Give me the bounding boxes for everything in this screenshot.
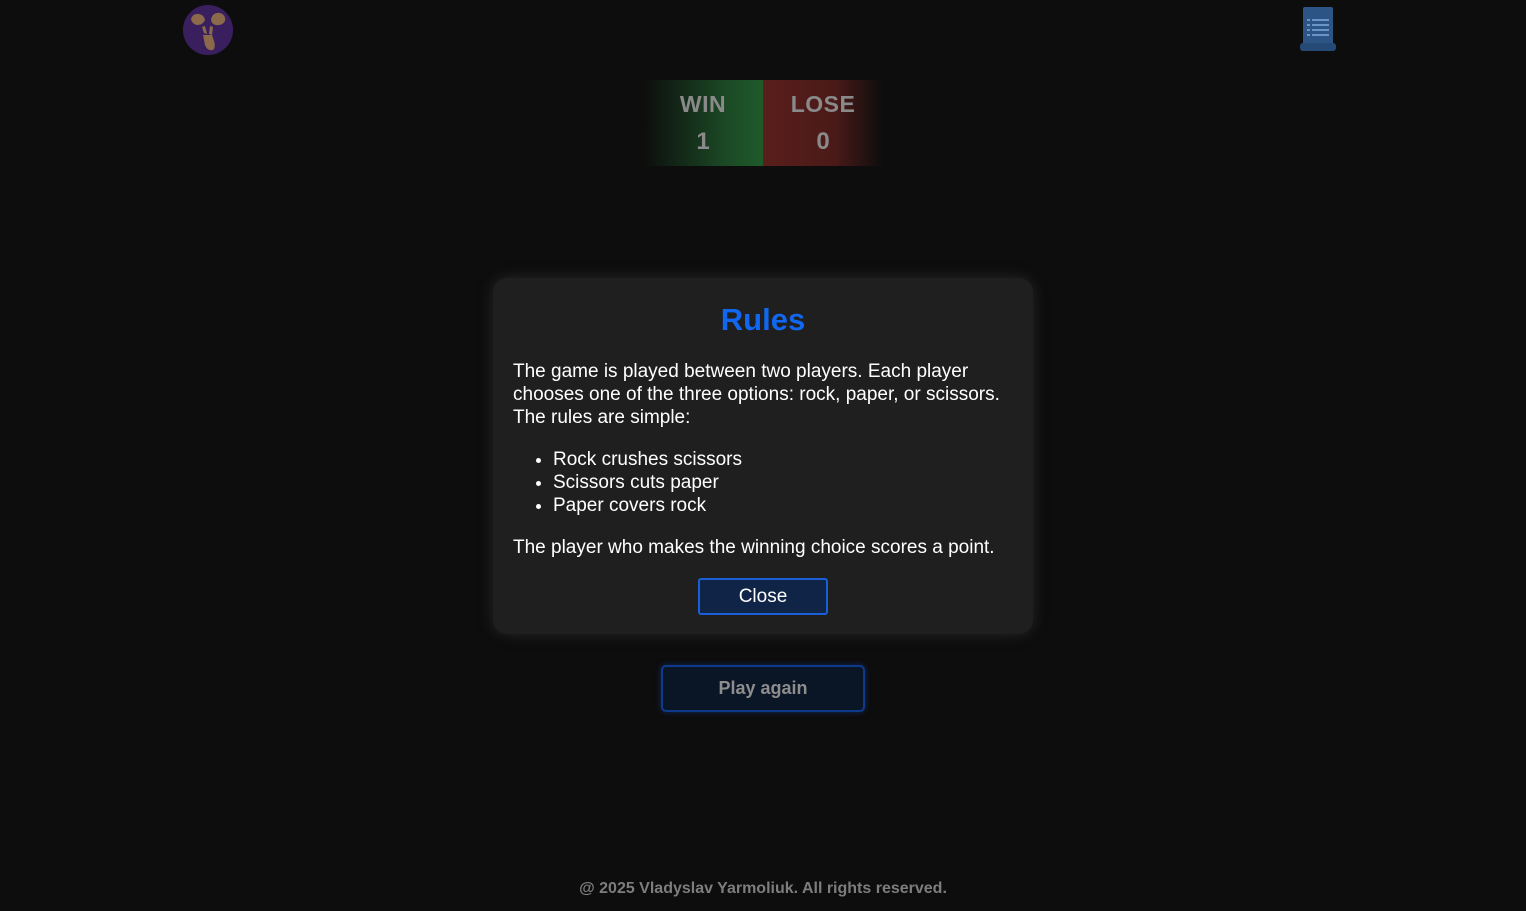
win-count: 1 [696,127,710,155]
win-label: WIN [679,90,727,117]
close-button[interactable]: Close [698,578,828,615]
rule-item: Scissors cuts paper [553,471,1013,494]
rules-intro-text: The game is played between two players. … [513,361,1000,428]
footer-copyright: @ 2025 Vladyslav Yarmoliuk. All rights r… [579,880,947,897]
lose-score: LOSE 0 [763,80,883,166]
rule-item: Paper covers rock [553,494,1013,517]
scoreboard: WIN 1 LOSE 0 [643,80,883,166]
rock-paper-scissors-logo-icon[interactable] [183,5,233,55]
rules-scroll-icon[interactable] [1299,7,1337,53]
play-again-button[interactable]: Play again [661,665,865,712]
rules-outro-text: The player who makes the winning choice … [513,537,995,558]
modal-title: Rules [720,302,806,337]
rule-item: Rock crushes scissors [553,448,1013,471]
game-page: WIN 1 LOSE 0 Play again @ 2025 Vladyslav… [0,0,1526,911]
lose-count: 0 [816,127,830,155]
rules-list: Rock crushes scissors Scissors cuts pape… [513,448,1013,517]
win-score: WIN 1 [643,80,763,166]
rules-modal: Rules The game is played between two pla… [493,278,1033,634]
lose-label: LOSE [790,90,856,117]
